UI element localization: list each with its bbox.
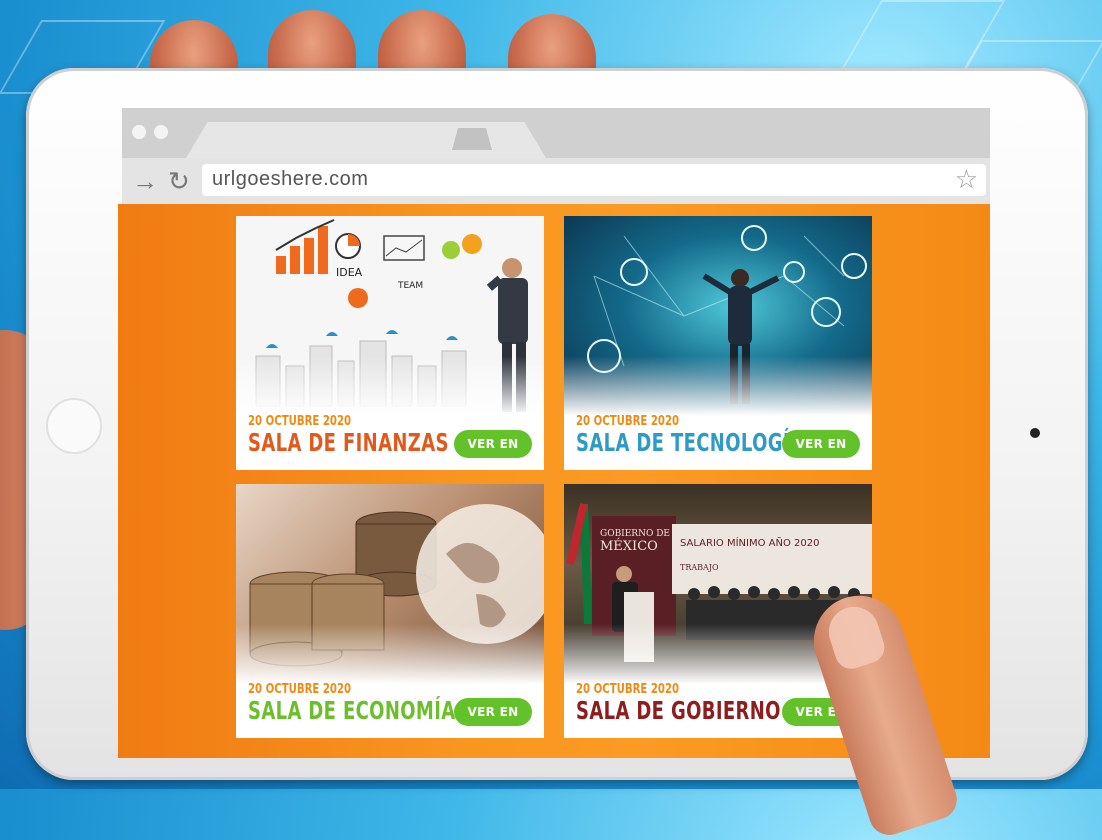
arrow-right-icon[interactable]: → <box>132 164 158 198</box>
browser-tab-bar <box>122 108 990 158</box>
ver-en-vivo-button[interactable]: VER EN VIVO <box>782 430 860 470</box>
tablet-home-button[interactable] <box>46 398 102 454</box>
svg-text:GOBIERNO DE: GOBIERNO DE <box>600 529 670 539</box>
card-date: 20 OCTUBRE 2020 <box>248 414 352 429</box>
coins-globe-image <box>236 484 544 684</box>
new-tab-button[interactable] <box>452 128 492 150</box>
svg-text:TRABAJO: TRABAJO <box>680 563 719 572</box>
tablet-camera <box>1030 428 1040 438</box>
ver-en-vivo-button[interactable]: VER EN VIVO <box>454 430 532 470</box>
card-title: SALA DE FINANZAS <box>248 428 449 457</box>
card-sala-economia[interactable]: 20 OCTUBRE 2020 SALA DE ECONOMÍA VER EN … <box>236 484 544 738</box>
window-control-dot[interactable] <box>132 125 146 139</box>
svg-text:IDEA: IDEA <box>336 266 363 279</box>
ver-en-vivo-button[interactable]: VER EN VIVO <box>454 698 532 738</box>
card-date: 20 OCTUBRE 2020 <box>576 682 680 697</box>
reload-icon[interactable]: ↻ <box>168 164 190 198</box>
business-chart-doodle-image: IDEA TEAM <box>236 216 544 416</box>
svg-text:SALARIO MÍNIMO AÑO 2020: SALARIO MÍNIMO AÑO 2020 <box>680 536 819 549</box>
url-input[interactable]: urlgoeshere.com ☆ <box>202 164 986 196</box>
browser-tab[interactable] <box>186 122 546 158</box>
svg-text:MÉXICO: MÉXICO <box>600 538 658 554</box>
url-text: urlgoeshere.com <box>212 168 369 190</box>
window-control-dot[interactable] <box>154 125 168 139</box>
star-icon[interactable]: ☆ <box>955 164 978 195</box>
card-title: SALA DE ECONOMÍA <box>248 696 456 725</box>
card-sala-tecnologia[interactable]: 20 OCTUBRE 2020 SALA DE TECNOLOGÍA VER E… <box>564 216 872 470</box>
card-title: SALA DE TECNOLOGÍA <box>576 428 805 457</box>
svg-text:TEAM: TEAM <box>397 281 423 291</box>
address-bar: → ↻ urlgoeshere.com ☆ <box>122 158 990 204</box>
fingernail <box>822 600 889 673</box>
technology-network-image <box>564 216 872 416</box>
card-sala-finanzas[interactable]: IDEA TEAM 20 OCTUBRE 2020 SALA DE FINANZ… <box>236 216 544 470</box>
card-title: SALA DE GOBIERNO <box>576 696 781 725</box>
card-date: 20 OCTUBRE 2020 <box>248 682 352 697</box>
card-date: 20 OCTUBRE 2020 <box>576 414 680 429</box>
